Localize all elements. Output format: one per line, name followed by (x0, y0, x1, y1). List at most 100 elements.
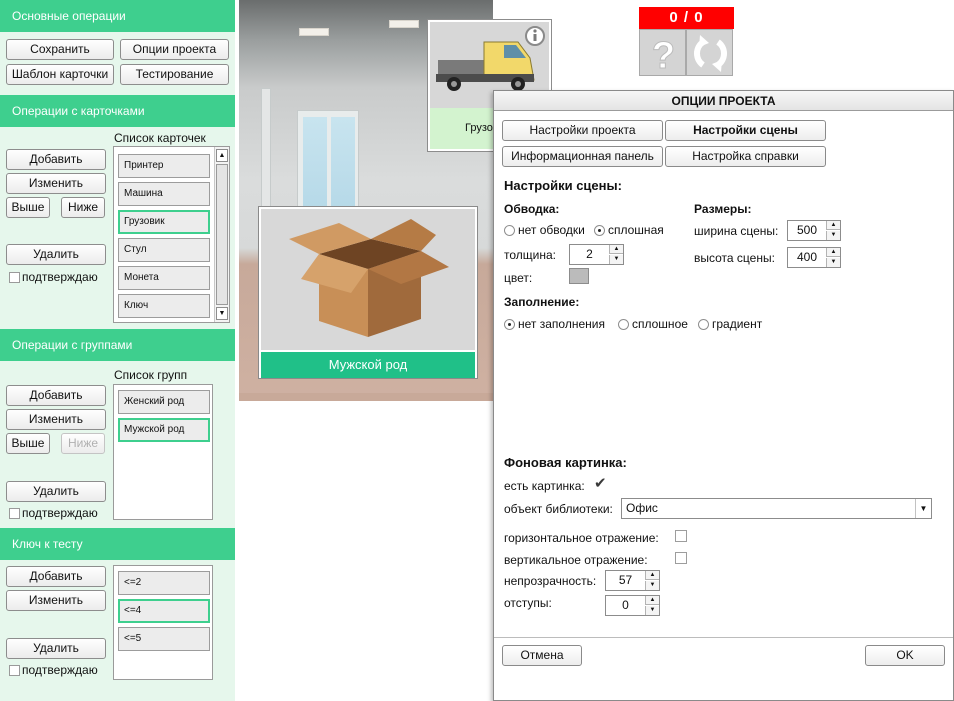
key-list-item[interactable]: <=2 (118, 571, 210, 595)
card-list-item[interactable]: Стул (118, 238, 210, 262)
spin-down-icon[interactable]: ▼ (826, 231, 840, 240)
confirm-group-delete[interactable]: подтверждаю (9, 506, 98, 520)
fill-gradient-radio[interactable]: градиент (698, 317, 762, 331)
add-group-button[interactable]: Добавить (6, 385, 106, 406)
save-button[interactable]: Сохранить (6, 39, 114, 60)
testing-button[interactable]: Тестирование (120, 64, 229, 85)
spin-up-icon[interactable]: ▲ (645, 571, 659, 580)
confirm-checkbox[interactable] (9, 508, 20, 519)
restart-button[interactable] (686, 29, 733, 76)
library-object-select[interactable]: Офис ▼ (621, 498, 932, 519)
edit-key-button[interactable]: Изменить (6, 590, 106, 611)
group-list-title: Список групп (114, 368, 188, 382)
project-options-button[interactable]: Опции проекта (120, 39, 229, 60)
key-list[interactable]: <=2 <=4 <=5 (113, 565, 213, 680)
move-group-down-button[interactable]: Ниже (61, 433, 105, 454)
scroll-up-icon[interactable]: ▲ (216, 149, 228, 162)
scene-height-value[interactable]: 400 (788, 248, 826, 267)
card-list-item[interactable]: Принтер (118, 154, 210, 178)
confirm-label: подтверждаю (22, 270, 98, 284)
project-options-dialog: ОПЦИИ ПРОЕКТА Настройки проекта Настройк… (493, 90, 954, 701)
info-icon[interactable] (524, 25, 546, 47)
card-list-scrollbar[interactable]: ▲ ▼ (214, 147, 229, 322)
card-display[interactable]: Мужской род (258, 206, 478, 379)
confirm-key-delete[interactable]: подтверждаю (9, 663, 98, 677)
card-list-item[interactable]: Монета (118, 266, 210, 290)
radio-selected-icon[interactable] (504, 319, 515, 330)
fill-none-radio[interactable]: нет заполнения (504, 317, 605, 331)
delete-group-button[interactable]: Удалить (6, 481, 106, 502)
scroll-down-icon[interactable]: ▼ (216, 307, 228, 320)
cardboard-box-icon (289, 219, 449, 337)
card-template-button[interactable]: Шаблон карточки (6, 64, 114, 85)
key-list-item[interactable]: <=5 (118, 627, 210, 651)
ok-button[interactable]: OK (865, 645, 945, 666)
spin-down-icon[interactable]: ▼ (826, 258, 840, 267)
scene-floor (239, 393, 493, 401)
card-list-item[interactable]: Машина (118, 182, 210, 206)
chevron-down-icon[interactable]: ▼ (915, 499, 931, 518)
tab-info-panel[interactable]: Информационная панель (502, 146, 663, 167)
spin-up-icon[interactable]: ▲ (826, 248, 840, 257)
add-key-button[interactable]: Добавить (6, 566, 106, 587)
opacity-stepper[interactable]: 57 ▲ ▼ (605, 570, 660, 591)
scene-width-stepper[interactable]: 500 ▲ ▼ (787, 220, 841, 241)
thickness-value[interactable]: 2 (570, 245, 609, 264)
tab-project-settings[interactable]: Настройки проекта (502, 120, 663, 141)
fill-solid-radio[interactable]: сплошное (618, 317, 688, 331)
cancel-button[interactable]: Отмена (502, 645, 582, 666)
spin-up-icon[interactable]: ▲ (826, 221, 840, 230)
radio-icon[interactable] (618, 319, 629, 330)
spin-up-icon[interactable]: ▲ (609, 245, 623, 254)
svg-text:?: ? (652, 35, 675, 77)
stroke-none-radio[interactable]: нет обводки (504, 223, 585, 237)
card-list[interactable]: Принтер Машина Грузовик Стул Монета Ключ… (113, 146, 230, 323)
background-title: Фоновая картинка: (504, 455, 627, 470)
group-list[interactable]: Женский род Мужской род (113, 384, 213, 520)
scene-width-label: ширина сцены: (694, 224, 779, 238)
group-list-item-selected[interactable]: Мужской род (118, 418, 210, 442)
opacity-value[interactable]: 57 (606, 571, 645, 590)
radio-icon[interactable] (504, 225, 515, 236)
edit-card-button[interactable]: Изменить (6, 173, 106, 194)
move-card-down-button[interactable]: Ниже (61, 197, 105, 218)
card-list-item-selected[interactable]: Грузовик (118, 210, 210, 234)
help-button[interactable]: ? (639, 29, 686, 78)
hflip-checkbox[interactable] (675, 530, 687, 542)
card-list-title: Список карточек (114, 131, 206, 145)
vflip-checkbox[interactable] (675, 552, 687, 564)
padding-stepper[interactable]: 0 ▲ ▼ (605, 595, 660, 616)
scene-width-value[interactable]: 500 (788, 221, 826, 240)
radio-icon[interactable] (698, 319, 709, 330)
edit-group-button[interactable]: Изменить (6, 409, 106, 430)
move-group-up-button[interactable]: Выше (6, 433, 50, 454)
radio-selected-icon[interactable] (594, 225, 605, 236)
has-image-checkbox[interactable]: ✔ (594, 476, 607, 491)
opacity-label: непрозрачность: (504, 574, 597, 588)
group-list-item[interactable]: Женский род (118, 390, 210, 414)
padding-value[interactable]: 0 (606, 596, 645, 615)
thickness-stepper[interactable]: 2 ▲ ▼ (569, 244, 624, 265)
card-operations-header: Операции с карточками (0, 95, 235, 127)
spin-down-icon[interactable]: ▼ (645, 581, 659, 590)
spin-up-icon[interactable]: ▲ (645, 596, 659, 605)
stroke-color-picker[interactable] (569, 268, 589, 284)
tab-scene-settings[interactable]: Настройки сцены (665, 120, 826, 141)
dialog-title: ОПЦИИ ПРОЕКТА (494, 91, 953, 111)
tab-help-settings[interactable]: Настройка справки (665, 146, 826, 167)
delete-card-button[interactable]: Удалить (6, 244, 106, 265)
key-list-item-selected[interactable]: <=4 (118, 599, 210, 623)
confirm-card-delete[interactable]: подтверждаю (9, 270, 98, 284)
spin-down-icon[interactable]: ▼ (645, 606, 659, 615)
delete-key-button[interactable]: Удалить (6, 638, 106, 659)
add-card-button[interactable]: Добавить (6, 149, 106, 170)
move-card-up-button[interactable]: Выше (6, 197, 50, 218)
scene-height-stepper[interactable]: 400 ▲ ▼ (787, 247, 841, 268)
card-list-item[interactable]: Ключ (118, 294, 210, 318)
confirm-checkbox[interactable] (9, 665, 20, 676)
hflip-label: горизонтальное отражение: (504, 531, 659, 545)
confirm-checkbox[interactable] (9, 272, 20, 283)
stroke-solid-radio[interactable]: сплошная (594, 223, 664, 237)
scroll-thumb[interactable] (216, 164, 228, 305)
spin-down-icon[interactable]: ▼ (609, 255, 623, 264)
